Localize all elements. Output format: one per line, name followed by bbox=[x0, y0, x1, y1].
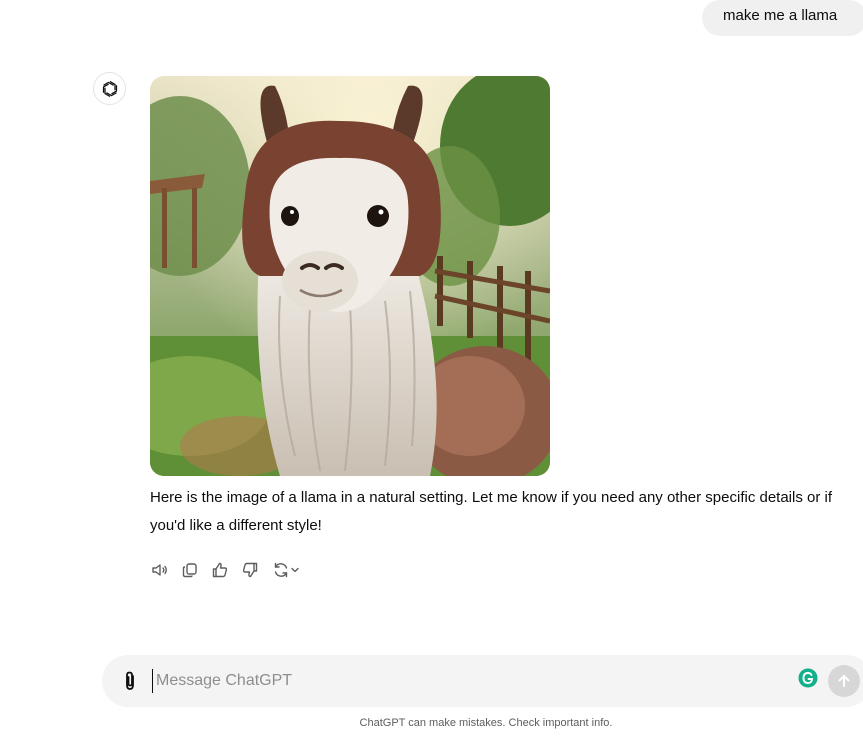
message-input[interactable] bbox=[152, 669, 776, 693]
regenerate-button[interactable] bbox=[270, 560, 302, 580]
response-action-bar bbox=[150, 559, 312, 581]
speaker-icon bbox=[152, 564, 167, 576]
paperclip-icon bbox=[126, 671, 134, 690]
user-message-text: make me a llama bbox=[723, 7, 838, 24]
attach-file-button[interactable] bbox=[119, 670, 141, 692]
disclaimer-text: ChatGPT can make mistakes. Check importa… bbox=[359, 717, 613, 729]
copy-button[interactable] bbox=[180, 560, 200, 580]
thumbs-down-icon bbox=[242, 562, 258, 578]
read-aloud-button[interactable] bbox=[150, 560, 170, 580]
refresh-icon bbox=[274, 562, 288, 578]
user-message-bubble: make me a llama bbox=[702, 0, 863, 36]
chevron-down-icon bbox=[291, 567, 299, 573]
copy-icon bbox=[182, 563, 197, 578]
thumbs-up-icon bbox=[212, 562, 228, 578]
grammarly-icon[interactable] bbox=[798, 668, 818, 688]
openai-logo-icon bbox=[93, 72, 126, 105]
message-composer bbox=[102, 655, 863, 707]
arrow-up-icon bbox=[838, 675, 850, 687]
good-response-button[interactable] bbox=[210, 560, 230, 580]
generated-llama-image[interactable] bbox=[150, 76, 550, 476]
assistant-reply-text: Here is the image of a llama in a natura… bbox=[150, 489, 833, 534]
bad-response-button[interactable] bbox=[240, 560, 260, 580]
chat-page: make me a llama Here is the image of a l… bbox=[0, 0, 863, 737]
send-button[interactable] bbox=[828, 665, 860, 697]
